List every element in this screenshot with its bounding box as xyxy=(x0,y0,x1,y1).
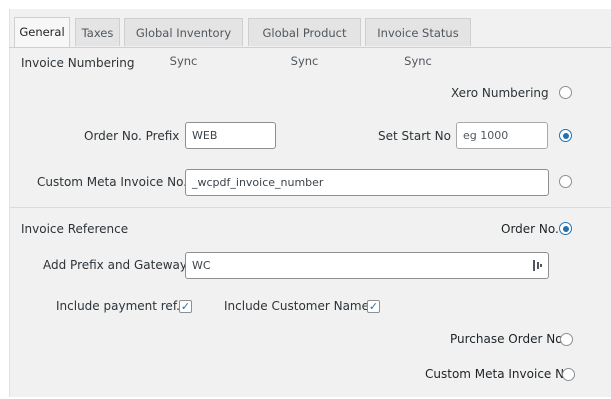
order-no-radio[interactable] xyxy=(559,222,572,235)
tab-taxes[interactable]: Taxes xyxy=(75,18,120,46)
prefix-gateway-input[interactable]: WC xyxy=(185,252,549,279)
custom-meta-reference-radio[interactable] xyxy=(562,368,575,381)
include-customer-checkbox[interactable]: ✓ xyxy=(367,300,380,313)
order-prefix-input[interactable]: WEB xyxy=(185,122,276,149)
order-no-label: Order No. xyxy=(501,222,559,236)
xero-numbering-radio[interactable] xyxy=(559,86,572,99)
section-divider xyxy=(9,207,611,208)
set-start-input[interactable]: eg 1000 xyxy=(456,122,548,149)
tab-general[interactable]: General xyxy=(14,17,70,47)
include-payment-label: Include payment ref. xyxy=(56,299,180,313)
tab-global-product-sync[interactable]: Global Product Sync xyxy=(248,18,361,68)
invoice-numbering-heading: Invoice Numbering xyxy=(21,56,135,70)
set-start-radio[interactable] xyxy=(559,129,572,142)
custom-meta-input[interactable]: _wcpdf_invoice_number xyxy=(185,169,549,196)
set-start-placeholder: eg 1000 xyxy=(463,129,509,142)
prefix-gateway-label: Add Prefix and Gateway xyxy=(43,258,187,272)
tab-divider xyxy=(9,47,611,48)
custom-meta-label: Custom Meta Invoice No. xyxy=(37,175,188,189)
xero-numbering-label: Xero Numbering xyxy=(451,86,549,100)
purchase-order-label: Purchase Order No. xyxy=(450,332,567,346)
tab-global-inventory-sync[interactable]: Global Inventory Sync xyxy=(124,18,243,68)
invoice-reference-heading: Invoice Reference xyxy=(21,222,129,236)
tab-invoice-status-sync[interactable]: Invoice Status Sync xyxy=(365,18,471,68)
order-prefix-label: Order No. Prefix xyxy=(84,129,180,143)
purchase-order-radio[interactable] xyxy=(560,333,573,346)
custom-meta-radio[interactable] xyxy=(559,175,572,188)
prefix-gateway-value: WC xyxy=(192,259,211,272)
custom-meta-reference-label: Custom Meta Invoice No. xyxy=(425,367,576,381)
include-customer-label: Include Customer Name xyxy=(224,299,370,313)
set-start-label: Set Start No xyxy=(378,129,451,143)
password-manager-icon[interactable] xyxy=(533,259,543,272)
include-payment-checkbox[interactable]: ✓ xyxy=(179,300,192,313)
